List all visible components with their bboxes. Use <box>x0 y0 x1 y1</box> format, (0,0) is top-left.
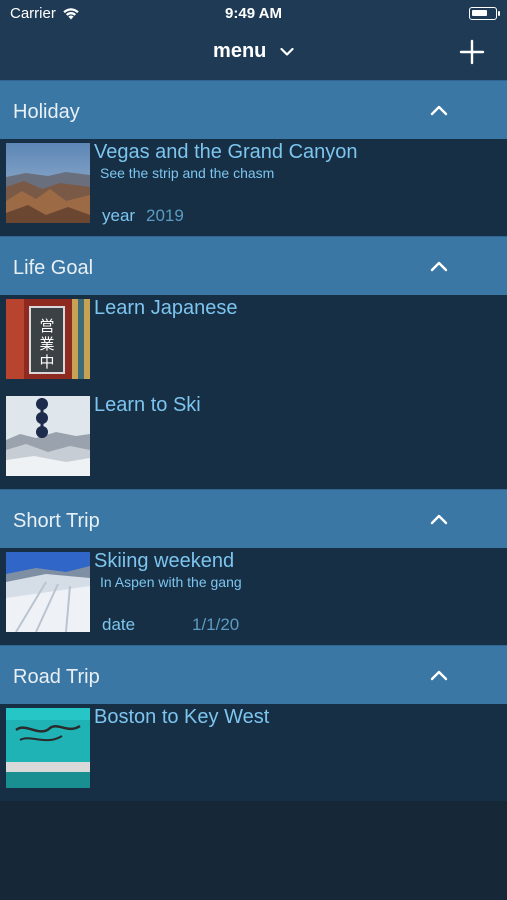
item-subtitle: See the strip and the chasm <box>100 165 275 181</box>
chevron-up-icon[interactable] <box>429 512 449 526</box>
chevron-down-icon <box>280 47 294 56</box>
section-header-life-goal[interactable]: Life Goal <box>0 236 507 295</box>
trip-list: Holiday Vegas and the Grand Canyon See t… <box>0 80 507 801</box>
canyon-photo <box>6 143 90 223</box>
plus-icon <box>459 39 485 65</box>
snow-run-photo <box>6 552 90 632</box>
svg-text:営: 営 <box>39 317 54 335</box>
menu-dropdown[interactable]: menu <box>0 40 507 63</box>
item-subtitle: In Aspen with the gang <box>100 574 242 590</box>
list-item[interactable]: Learn to Ski <box>0 392 507 489</box>
list-item[interactable]: 営 業 中 Learn Japanese <box>0 295 507 392</box>
battery-level <box>472 10 487 16</box>
item-field-value: 2019 <box>146 206 184 225</box>
status-bar: Carrier 9:49 AM <box>0 0 507 28</box>
item-field-label: year <box>102 206 136 225</box>
item-title: Boston to Key West <box>94 706 270 728</box>
section-title: Road Trip <box>13 666 100 688</box>
item-title: Learn Japanese <box>94 297 238 319</box>
list-item[interactable]: Skiing weekend In Aspen with the gang da… <box>0 548 507 645</box>
item-title: Skiing weekend <box>94 550 235 572</box>
chevron-up-icon[interactable] <box>429 259 449 273</box>
item-title: Vegas and the Grand Canyon <box>94 141 358 163</box>
status-time: 9:49 AM <box>225 5 282 22</box>
item-field-value: 1/1/20 <box>192 615 240 634</box>
list-item[interactable]: Boston to Key West <box>0 704 507 801</box>
section-header-holiday[interactable]: Holiday <box>0 80 507 139</box>
navigation-bar: menu <box>0 28 507 80</box>
add-button[interactable] <box>459 39 485 65</box>
cape-cod-sign-photo <box>6 708 90 788</box>
ski-slope-photo <box>6 396 90 476</box>
section-title: Life Goal <box>13 257 94 279</box>
svg-text:業: 業 <box>39 335 54 353</box>
section-title: Short Trip <box>13 510 100 532</box>
japanese-sign-photo: 営 業 中 <box>6 299 90 379</box>
item-field-label: date <box>102 615 136 634</box>
chevron-up-icon[interactable] <box>429 668 449 682</box>
section-title: Holiday <box>13 101 80 123</box>
svg-text:中: 中 <box>39 353 54 371</box>
section-header-short-trip[interactable]: Short Trip <box>0 489 507 548</box>
page-title: menu <box>213 40 267 62</box>
list-item[interactable]: Vegas and the Grand Canyon See the strip… <box>0 139 507 236</box>
item-title: Learn to Ski <box>94 394 201 416</box>
chevron-up-icon[interactable] <box>429 103 449 117</box>
battery-icon <box>469 7 500 20</box>
section-header-road-trip[interactable]: Road Trip <box>0 645 507 704</box>
